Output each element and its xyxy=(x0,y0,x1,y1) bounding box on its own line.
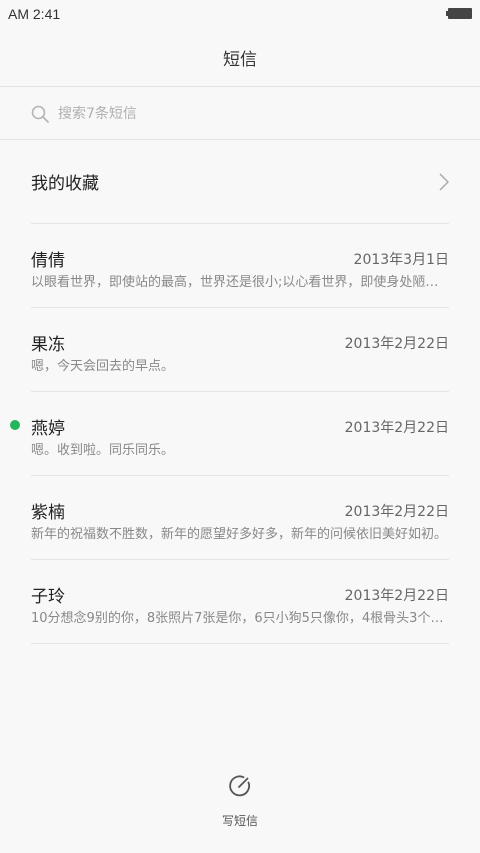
search-bar[interactable] xyxy=(0,87,480,139)
sms-app-screen: AM 2:41 短信 我的收藏 倩倩 2013年3月1日 以眼看世界，即使站的最… xyxy=(0,0,480,853)
search-input[interactable] xyxy=(58,103,438,125)
message-date: 2013年2月22日 xyxy=(344,504,449,520)
favorites-label: 我的收藏 xyxy=(31,174,99,194)
conversation-item[interactable]: 燕婷 2013年2月22日 嗯。收到啦。同乐同乐。 xyxy=(0,392,480,476)
message-preview: 以眼看世界，即使站的最高，世界还是很小;以心看世界，即使身处陋室，世界也是无限宽… xyxy=(31,275,449,290)
unread-indicator-icon xyxy=(10,420,20,430)
message-date: 2013年2月22日 xyxy=(344,420,449,436)
contact-name: 紫楠 xyxy=(31,503,65,523)
message-date: 2013年2月22日 xyxy=(344,336,449,352)
bottom-bar: 写短信 xyxy=(0,752,480,853)
conversation-item[interactable]: 果冻 2013年2月22日 嗯，今天会回去的早点。 xyxy=(0,308,480,392)
conversation-item[interactable]: 紫楠 2013年2月22日 新年的祝福数不胜数，新年的愿望好多好多，新年的问候依… xyxy=(0,476,480,560)
search-icon xyxy=(31,105,49,123)
contact-name: 燕婷 xyxy=(31,419,65,439)
message-date: 2013年2月22日 xyxy=(344,588,449,604)
message-preview: 10分想念9别的你，8张照片7张是你，6只小狗5只像你，4根骨头3个人啃。 xyxy=(31,611,449,626)
contact-name: 子玲 xyxy=(31,587,65,607)
compose-button[interactable]: 写短信 xyxy=(200,768,280,838)
message-preview: 嗯，今天会回去的早点。 xyxy=(31,359,175,374)
page-title: 短信 xyxy=(223,49,257,70)
favorites-row[interactable]: 我的收藏 xyxy=(31,140,449,223)
chevron-right-icon xyxy=(439,173,449,191)
message-date: 2013年3月1日 xyxy=(353,252,449,268)
status-time: AM 2:41 xyxy=(8,6,61,22)
message-preview: 嗯。收到啦。同乐同乐。 xyxy=(31,443,175,458)
status-bar: AM 2:41 xyxy=(0,0,480,28)
contact-name: 倩倩 xyxy=(31,251,65,271)
battery-icon xyxy=(446,8,472,19)
conversation-item[interactable]: 子玲 2013年2月22日 10分想念9别的你，8张照片7张是你，6只小狗5只像… xyxy=(0,560,480,644)
conversation-item[interactable]: 倩倩 2013年3月1日 以眼看世界，即使站的最高，世界还是很小;以心看世界，即… xyxy=(0,224,480,308)
title-bar: 短信 xyxy=(0,28,480,86)
compose-label: 写短信 xyxy=(221,814,258,828)
contact-name: 果冻 xyxy=(31,335,65,355)
row-divider xyxy=(31,643,449,644)
compose-icon xyxy=(229,775,250,797)
message-preview: 新年的祝福数不胜数，新年的愿望好多好多，新年的问候依旧美好如初。 xyxy=(31,527,448,542)
